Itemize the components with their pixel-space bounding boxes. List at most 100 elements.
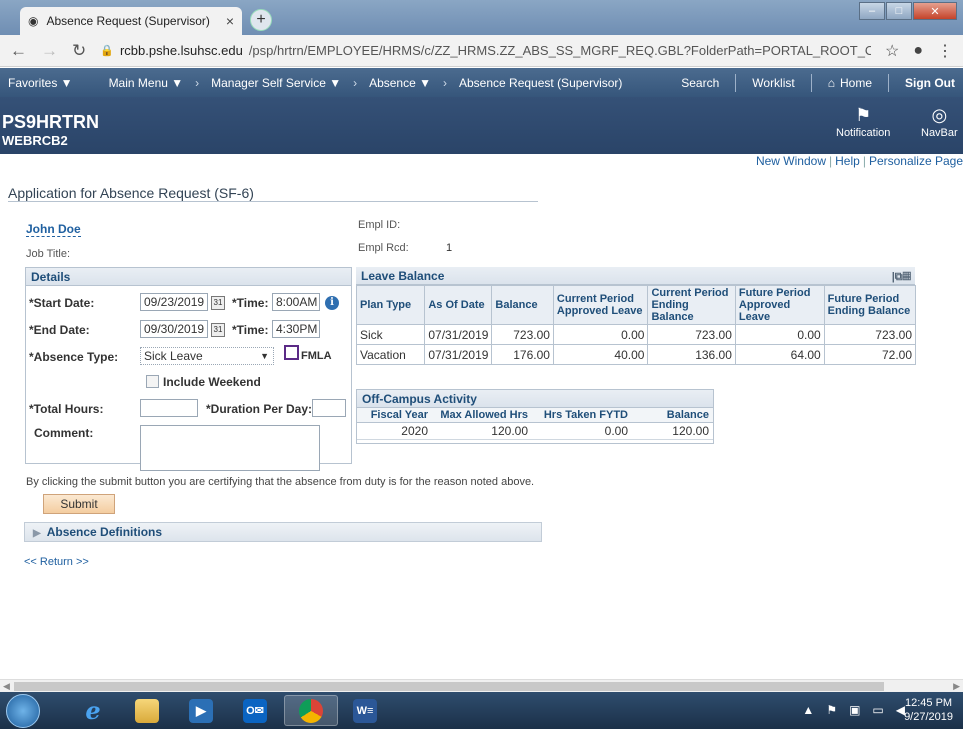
search-link[interactable]: Search	[673, 76, 727, 90]
url-field[interactable]: 🔒 rcbb.pshe.lsuhsc.edu/psp/hrtrn/EMPLOYE…	[100, 43, 871, 58]
browser-tab[interactable]: ◉ Absence Request (Supervisor) ×	[20, 7, 242, 35]
end-time-input[interactable]: 4:30PM	[272, 320, 320, 338]
globe-icon: ◉	[28, 14, 39, 28]
column-header: Max Allowed Hrs	[432, 408, 532, 423]
start-date-input[interactable]: 09/23/2019	[140, 293, 208, 311]
taskbar-explorer[interactable]	[120, 695, 174, 726]
absence-definitions-label: Absence Definitions	[46, 525, 163, 539]
reload-button[interactable]: ↻	[72, 41, 86, 61]
bookmark-star-icon[interactable]: ☆	[885, 41, 899, 61]
leave-balance-table: Plan Type As Of Date Balance Current Per…	[355, 285, 917, 365]
back-button[interactable]: ←	[10, 41, 27, 61]
scroll-left-icon[interactable]: ◀	[3, 680, 10, 692]
system-tray: ▲ ⚑ ▣ ▭ ◀	[802, 703, 905, 717]
url-path: /psp/hrtrn/EMPLOYEE/HRMS/c/ZZ_HRMS.ZZ_AB…	[248, 43, 871, 58]
info-icon[interactable]: i	[325, 296, 339, 310]
start-date-calendar-icon[interactable]: 31	[211, 296, 225, 310]
absence-menu[interactable]: Absence ▼	[361, 76, 439, 90]
navbar-label: NavBar	[921, 127, 958, 139]
page-content: New Window | Help | Personalize Page Applica…	[0, 154, 963, 679]
absence-type-select[interactable]: Sick Leave ▼	[140, 347, 274, 365]
worklist-link[interactable]: Worklist	[744, 76, 802, 90]
start-date-label: *Start Date:	[29, 296, 95, 310]
show-hidden-icons[interactable]: ▲	[802, 703, 814, 717]
table-cell: 176.00	[491, 344, 554, 365]
device-icon[interactable]: ▣	[849, 703, 860, 717]
table-row: 2020 120.00 0.00 120.00	[357, 422, 713, 440]
end-date-calendar-icon[interactable]: 31	[211, 323, 225, 337]
taskbar-ie[interactable]: e	[66, 695, 120, 726]
comment-textarea[interactable]	[140, 425, 320, 471]
column-header: Plan Type	[355, 285, 426, 325]
clock-date: 9/27/2019	[904, 711, 953, 723]
absence-type-value: Sick Leave	[144, 349, 203, 363]
table-cell: 0.00	[734, 324, 825, 345]
job-title-label: Job Title:	[26, 248, 71, 260]
table-row: Vacation 07/31/2019 176.00 40.00 136.00 …	[355, 344, 917, 365]
start-time-input[interactable]: 8:00AM	[272, 293, 320, 311]
table-header-row: Fiscal Year Max Allowed Hrs Hrs Taken FY…	[357, 408, 713, 423]
browser-menu-icon[interactable]: ⋮	[937, 41, 953, 61]
table-header-row: Plan Type As Of Date Balance Current Per…	[355, 285, 917, 325]
chevron-down-icon: ▼	[260, 351, 269, 361]
flag-icon[interactable]: ⚑	[826, 703, 837, 717]
table-cell: 2020	[357, 422, 432, 440]
expand-triangle-icon: ▶	[33, 528, 41, 539]
table-cell: Vacation	[355, 344, 426, 365]
horizontal-scrollbar[interactable]: ◀ ▶	[0, 679, 963, 692]
scrollbar-thumb[interactable]	[14, 682, 884, 691]
forward-button[interactable]: →	[41, 41, 58, 61]
start-time-label: *Time:	[232, 296, 269, 310]
navbar-button[interactable]: ◎ NavBar	[921, 103, 958, 139]
network-icon[interactable]: ▭	[872, 703, 883, 717]
start-button[interactable]	[6, 694, 40, 728]
include-weekend-checkbox[interactable]	[146, 375, 159, 388]
breadcrumb-current[interactable]: Absence Request (Supervisor)	[451, 76, 630, 90]
account-icon[interactable]: ●	[913, 42, 923, 60]
table-cell: 0.00	[552, 324, 649, 345]
taskbar-media[interactable]: ▶	[174, 695, 228, 726]
word-icon: W≡	[353, 698, 377, 723]
sign-out-link[interactable]: Sign Out	[897, 76, 963, 90]
grid-toolbar-icons[interactable]: |⧉▦	[892, 268, 911, 286]
new-tab-button[interactable]: +	[250, 9, 272, 31]
total-hours-label: *Total Hours:	[29, 402, 104, 416]
fmla-checkbox[interactable]	[284, 345, 299, 360]
duration-per-day-input[interactable]	[312, 399, 346, 417]
home-link[interactable]: ⌂ Home	[820, 76, 880, 90]
system-clock[interactable]: 12:45 PM 9/27/2019	[904, 696, 953, 724]
windows-taskbar: e ▶ O✉ W≡ ▲ ⚑ ▣ ▭ ◀ 12:45 PM 9/27/2019	[0, 692, 963, 729]
table-cell: 40.00	[552, 344, 649, 365]
end-date-input[interactable]: 09/30/2019	[140, 320, 208, 338]
total-hours-input[interactable]	[140, 399, 198, 417]
title-divider	[8, 201, 538, 202]
help-link[interactable]: Help	[835, 154, 860, 168]
close-tab-icon[interactable]: ×	[226, 13, 234, 29]
tab-title: Absence Request (Supervisor)	[46, 14, 210, 28]
scroll-right-icon[interactable]: ▶	[953, 680, 960, 692]
column-header: Balance	[632, 408, 713, 423]
taskbar-chrome[interactable]	[284, 695, 338, 726]
system-banner: PS9HRTRN WEBRCB2 ⚑ Notification ◎ NavBar	[0, 97, 963, 154]
submit-button[interactable]: Submit	[43, 494, 115, 514]
favorites-menu[interactable]: Favorites ▼	[0, 76, 81, 90]
divider	[735, 73, 737, 92]
column-header: Future Period Approved Leave	[734, 285, 825, 325]
certification-text: By clicking the submit button you are ce…	[26, 476, 535, 488]
return-link[interactable]: << Return >>	[24, 556, 89, 568]
system-name: PS9HRTRN	[2, 112, 100, 132]
personalize-page-link[interactable]: Personalize Page	[869, 154, 963, 168]
notification-button[interactable]: ⚑ Notification	[836, 103, 890, 139]
minimize-button[interactable]: –	[859, 2, 885, 20]
main-menu[interactable]: Main Menu ▼	[101, 76, 192, 90]
absence-definitions-collapsible[interactable]: ▶ Absence Definitions	[24, 522, 542, 542]
clock-time: 12:45 PM	[904, 697, 953, 709]
employee-name-link[interactable]: John Doe	[26, 222, 81, 237]
manager-self-service-menu[interactable]: Manager Self Service ▼	[203, 76, 349, 90]
taskbar-outlook[interactable]: O✉	[228, 695, 282, 726]
absence-type-label: *Absence Type:	[29, 350, 119, 364]
taskbar-word[interactable]: W≡	[338, 695, 392, 726]
new-window-link[interactable]: New Window	[756, 154, 826, 168]
maximize-button[interactable]: □	[886, 2, 912, 20]
close-window-button[interactable]: ✕	[913, 2, 957, 20]
